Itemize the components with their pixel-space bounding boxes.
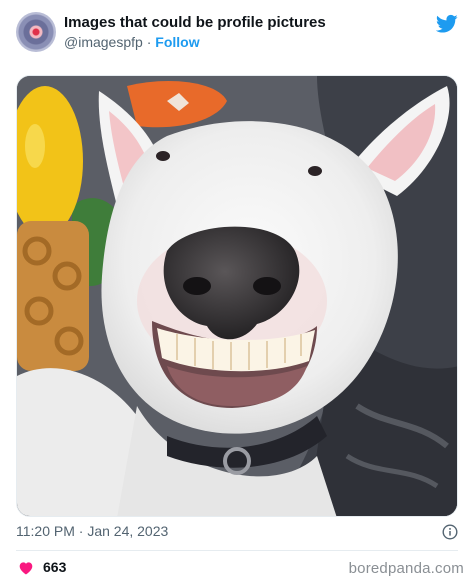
timestamp-row: 11:20 PM · Jan 24, 2023 (16, 523, 458, 543)
handle[interactable]: @imagespfp (64, 34, 143, 50)
divider (16, 550, 458, 551)
timestamp[interactable]: 11:20 PM · Jan 24, 2023 (16, 523, 168, 539)
smiling-dog-photo (17, 76, 457, 516)
handle-row: @imagespfp · Follow (64, 33, 326, 52)
watermark: boredpanda.com (348, 560, 464, 577)
tweet-header: Images that could be profile pictures @i… (16, 12, 458, 56)
display-name[interactable]: Images that could be profile pictures (64, 13, 326, 32)
like-count[interactable]: 663 (43, 559, 66, 575)
avatar[interactable] (16, 12, 56, 52)
twitter-bird-icon[interactable] (436, 14, 458, 34)
author-info: Images that could be profile pictures @i… (64, 13, 326, 52)
separator: · (146, 34, 152, 50)
info-icon[interactable] (442, 524, 458, 540)
tweet-photo[interactable] (16, 75, 458, 517)
tweet-card: Images that could be profile pictures @i… (0, 0, 474, 586)
follow-button[interactable]: Follow (155, 34, 199, 50)
heart-icon[interactable] (18, 560, 34, 576)
